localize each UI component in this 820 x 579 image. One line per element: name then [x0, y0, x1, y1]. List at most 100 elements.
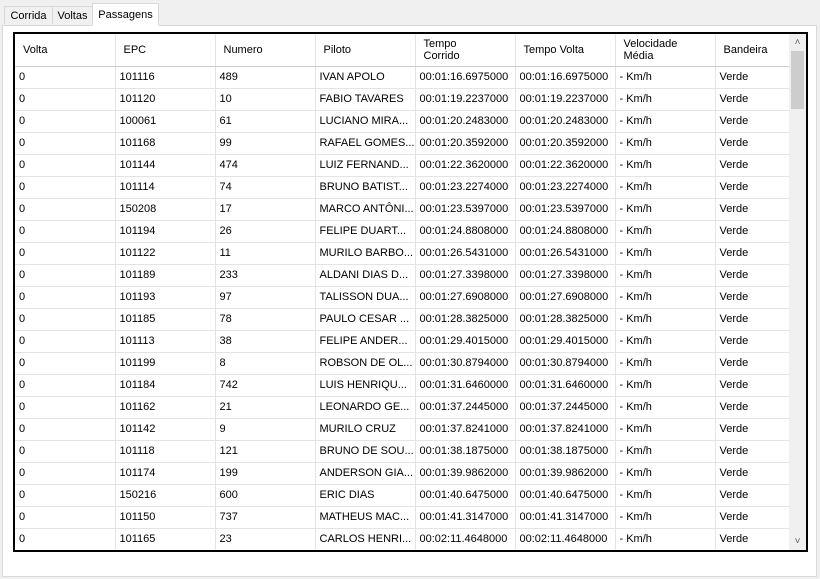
- cell-tempo-corrido[interactable]: 00:01:26.5431000: [415, 242, 516, 265]
- cell-tempo-corrido[interactable]: 00:01:23.5397000: [415, 198, 516, 221]
- table-row[interactable]: 0 101185 78 PAULO CESAR ... 00:01:28.3825000…: [15, 308, 789, 331]
- cell-tempo-volta[interactable]: 00:01:26.5431000: [515, 242, 616, 265]
- cell-piloto[interactable]: BRUNO BATIST...: [315, 176, 416, 199]
- cell-tempo-corrido[interactable]: 00:01:16.6975000: [415, 66, 516, 89]
- cell-piloto[interactable]: MURILO CRUZ: [315, 418, 416, 441]
- cell-velocidade-media[interactable]: - Km/h: [615, 396, 716, 419]
- cell-tempo-volta[interactable]: 00:01:20.2483000: [515, 110, 616, 133]
- vertical-scroll-thumb[interactable]: [791, 51, 804, 109]
- cell-tempo-corrido[interactable]: 00:01:23.2274000: [415, 176, 516, 199]
- table-row[interactable]: 0 150208 17 MARCO ANTÔNI... 00:01:23.5397000…: [15, 198, 789, 221]
- cell-velocidade-media[interactable]: - Km/h: [615, 110, 716, 133]
- cell-volta[interactable]: 0: [15, 198, 116, 221]
- cell-volta[interactable]: 0: [15, 220, 116, 243]
- table-row[interactable]: 0 150216 600 ERIC DIAS 00:01:40.6475000 00:01…: [15, 484, 789, 507]
- cell-epc[interactable]: 101193: [115, 286, 216, 309]
- cell-epc[interactable]: 101168: [115, 132, 216, 155]
- cell-tempo-corrido[interactable]: 00:01:20.3592000: [415, 132, 516, 155]
- cell-bandeira[interactable]: Verde: [715, 198, 789, 221]
- cell-piloto[interactable]: CARLOS HENRI...: [315, 528, 416, 550]
- cell-velocidade-media[interactable]: - Km/h: [615, 418, 716, 441]
- cell-bandeira[interactable]: Verde: [715, 88, 789, 111]
- cell-volta[interactable]: 0: [15, 132, 116, 155]
- table-row[interactable]: 0 101162 21 LEONARDO GE... 00:01:37.2445000 0…: [15, 396, 789, 419]
- cell-piloto[interactable]: ROBSON DE OL...: [315, 352, 416, 375]
- cell-volta[interactable]: 0: [15, 418, 116, 441]
- cell-numero[interactable]: 23: [215, 528, 316, 550]
- cell-epc[interactable]: 101122: [115, 242, 216, 265]
- cell-velocidade-media[interactable]: - Km/h: [615, 198, 716, 221]
- cell-bandeira[interactable]: Verde: [715, 176, 789, 199]
- cell-tempo-volta[interactable]: 00:01:23.5397000: [515, 198, 616, 221]
- passagens-grid[interactable]: Volta EPC Numero Piloto Tempo Corrido Te…: [13, 32, 808, 552]
- table-row[interactable]: 0 101118 121 BRUNO DE SOU... 00:01:38.187500…: [15, 440, 789, 463]
- cell-bandeira[interactable]: Verde: [715, 440, 789, 463]
- cell-tempo-volta[interactable]: 00:01:37.2445000: [515, 396, 616, 419]
- cell-tempo-corrido[interactable]: 00:01:31.6460000: [415, 374, 516, 397]
- table-row[interactable]: 0 101184 742 LUIS HENRIQU... 00:01:31.646000…: [15, 374, 789, 397]
- column-header-numero[interactable]: Numero: [215, 34, 316, 67]
- cell-tempo-corrido[interactable]: 00:01:30.8794000: [415, 352, 516, 375]
- cell-bandeira[interactable]: Verde: [715, 308, 789, 331]
- cell-tempo-corrido[interactable]: 00:01:19.2237000: [415, 88, 516, 111]
- cell-velocidade-media[interactable]: - Km/h: [615, 440, 716, 463]
- cell-tempo-volta[interactable]: 00:01:31.6460000: [515, 374, 616, 397]
- cell-velocidade-media[interactable]: - Km/h: [615, 220, 716, 243]
- cell-bandeira[interactable]: Verde: [715, 330, 789, 353]
- vertical-scrollbar[interactable]: ˄ ˅: [789, 34, 806, 550]
- cell-tempo-corrido[interactable]: 00:01:41.3147000: [415, 506, 516, 529]
- cell-numero[interactable]: 121: [215, 440, 316, 463]
- cell-velocidade-media[interactable]: - Km/h: [615, 242, 716, 265]
- cell-epc[interactable]: 101184: [115, 374, 216, 397]
- cell-tempo-corrido[interactable]: 00:01:28.3825000: [415, 308, 516, 331]
- cell-tempo-corrido[interactable]: 00:01:39.9862000: [415, 462, 516, 485]
- cell-volta[interactable]: 0: [15, 88, 116, 111]
- cell-volta[interactable]: 0: [15, 352, 116, 375]
- cell-piloto[interactable]: BRUNO DE SOU...: [315, 440, 416, 463]
- cell-numero[interactable]: 97: [215, 286, 316, 309]
- cell-numero[interactable]: 26: [215, 220, 316, 243]
- cell-tempo-corrido[interactable]: 00:01:37.2445000: [415, 396, 516, 419]
- cell-tempo-corrido[interactable]: 00:01:24.8808000: [415, 220, 516, 243]
- cell-bandeira[interactable]: Verde: [715, 352, 789, 375]
- cell-volta[interactable]: 0: [15, 242, 116, 265]
- cell-numero[interactable]: 99: [215, 132, 316, 155]
- cell-numero[interactable]: 489: [215, 66, 316, 89]
- horizontal-scrollbar[interactable]: ˂ ˃: [15, 550, 789, 552]
- cell-numero[interactable]: 8: [215, 352, 316, 375]
- cell-piloto[interactable]: FELIPE DUART...: [315, 220, 416, 243]
- cell-tempo-volta[interactable]: 00:01:39.9862000: [515, 462, 616, 485]
- cell-tempo-volta[interactable]: 00:01:38.1875000: [515, 440, 616, 463]
- cell-velocidade-media[interactable]: - Km/h: [615, 308, 716, 331]
- cell-velocidade-media[interactable]: - Km/h: [615, 66, 716, 89]
- table-row[interactable]: 0 101114 74 BRUNO BATIST... 00:01:23.2274000…: [15, 176, 789, 199]
- column-header-velocidade-media[interactable]: Velocidade Média: [615, 34, 716, 67]
- cell-piloto[interactable]: ALDANI DIAS D...: [315, 264, 416, 287]
- cell-epc[interactable]: 101194: [115, 220, 216, 243]
- cell-tempo-volta[interactable]: 00:01:20.3592000: [515, 132, 616, 155]
- cell-numero[interactable]: 600: [215, 484, 316, 507]
- cell-bandeira[interactable]: Verde: [715, 132, 789, 155]
- cell-epc[interactable]: 150208: [115, 198, 216, 221]
- cell-tempo-volta[interactable]: 00:01:23.2274000: [515, 176, 616, 199]
- cell-volta[interactable]: 0: [15, 176, 116, 199]
- chevron-down-icon[interactable]: ˅: [789, 533, 806, 550]
- cell-epc[interactable]: 101116: [115, 66, 216, 89]
- column-header-piloto[interactable]: Piloto: [315, 34, 416, 67]
- cell-velocidade-media[interactable]: - Km/h: [615, 154, 716, 177]
- cell-bandeira[interactable]: Verde: [715, 374, 789, 397]
- cell-tempo-volta[interactable]: 00:01:19.2237000: [515, 88, 616, 111]
- table-row[interactable]: 0 101113 38 FELIPE ANDER... 00:01:29.4015000…: [15, 330, 789, 353]
- cell-piloto[interactable]: ANDERSON GIA...: [315, 462, 416, 485]
- cell-tempo-volta[interactable]: 00:01:27.6908000: [515, 286, 616, 309]
- cell-velocidade-media[interactable]: - Km/h: [615, 264, 716, 287]
- table-row[interactable]: 0 101120 10 FABIO TAVARES 00:01:19.2237000 00…: [15, 88, 789, 111]
- table-row[interactable]: 0 101168 99 RAFAEL GOMES... 00:01:20.3592000…: [15, 132, 789, 155]
- cell-epc[interactable]: 101162: [115, 396, 216, 419]
- cell-tempo-volta[interactable]: 00:01:40.6475000: [515, 484, 616, 507]
- cell-velocidade-media[interactable]: - Km/h: [615, 484, 716, 507]
- cell-velocidade-media[interactable]: - Km/h: [615, 330, 716, 353]
- cell-numero[interactable]: 38: [215, 330, 316, 353]
- cell-numero[interactable]: 9: [215, 418, 316, 441]
- cell-tempo-corrido[interactable]: 00:01:38.1875000: [415, 440, 516, 463]
